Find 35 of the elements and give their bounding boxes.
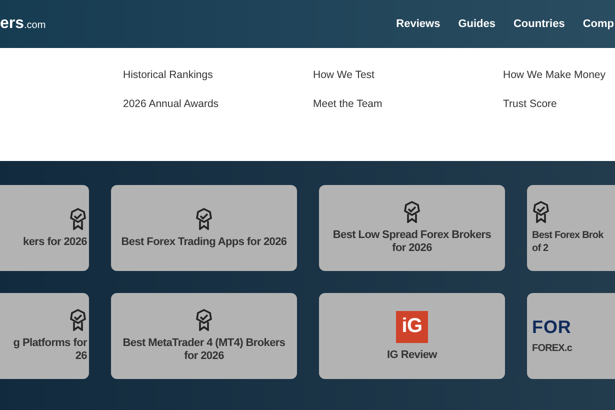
card-title: IG Review — [387, 348, 437, 362]
nav-link[interactable]: Reviews — [396, 16, 440, 32]
article-card[interactable]: FOR FOREX.c — [527, 293, 615, 379]
article-card[interactable]: kers for 2026 — [0, 185, 89, 271]
menu-link[interactable]: Meet the Team — [313, 97, 503, 112]
award-ribbon-icon — [195, 309, 213, 331]
card-title: g Platforms for 26 — [13, 337, 87, 363]
ig-logo: iG — [396, 310, 428, 342]
card-title: Best MetaTrader 4 (MT4) Brokers for 2026 — [122, 337, 286, 363]
nav-link[interactable]: Guides — [458, 16, 496, 32]
award-ribbon-icon — [69, 208, 87, 230]
card-title: Best Forex Brok of 2 — [532, 229, 604, 255]
nav-link[interactable]: Comp — [582, 16, 614, 32]
article-card[interactable]: Best MetaTrader 4 (MT4) Brokers for 2026 — [111, 293, 297, 379]
award-ribbon-icon — [195, 208, 213, 230]
award-ribbon-icon — [69, 309, 87, 331]
card-title: Best Low Spread Forex Brokers for 2026 — [332, 229, 492, 255]
menu-link[interactable]: Historical Rankings — [123, 68, 313, 83]
forex-logo: FOR — [532, 318, 572, 336]
article-card[interactable]: Best Low Spread Forex Brokers for 2026 — [319, 185, 505, 271]
menu-link[interactable]: 2026 Annual Awards — [123, 97, 313, 112]
article-card[interactable]: iG IG Review — [319, 293, 505, 379]
award-ribbon-icon — [403, 201, 421, 223]
card-title: FOREX.c — [532, 342, 572, 354]
menu-link[interactable]: Trust Score — [503, 97, 615, 112]
menu-link[interactable]: How We Make Money — [503, 68, 615, 83]
article-card[interactable]: Best Forex Brok of 2 — [527, 185, 615, 271]
nav-link[interactable]: Countries — [513, 16, 565, 32]
award-ribbon-icon — [532, 201, 550, 223]
card-title: Best Forex Trading Apps for 2026 — [121, 236, 287, 248]
article-card[interactable]: g Platforms for 26 — [0, 293, 89, 379]
card-title: kers for 2026 — [23, 236, 87, 248]
menu-link[interactable]: How We Test — [313, 68, 503, 83]
site-logo[interactable]: ers.com — [0, 12, 46, 36]
article-card[interactable]: Best Forex Trading Apps for 2026 — [111, 185, 297, 271]
